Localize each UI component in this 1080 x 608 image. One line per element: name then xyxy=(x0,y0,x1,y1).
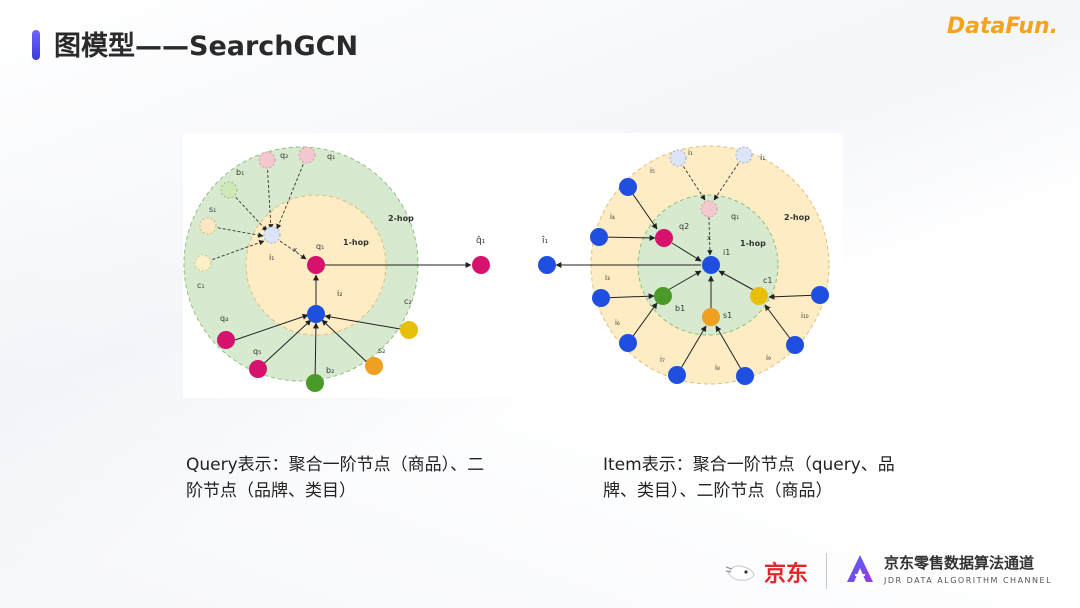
page-title: 图模型——SearchGCN xyxy=(54,31,359,62)
left-2hop-label: 2-hop xyxy=(388,214,414,223)
label-x: x xyxy=(293,246,297,254)
label-q1-center: q₁ xyxy=(316,242,324,251)
label-q2-right: q2 xyxy=(679,222,689,231)
label-output-q: q̂₁ xyxy=(476,235,486,246)
item-representation-text: Item表示：聚合一阶节点（query、品牌、类目）、二阶节点（商品） xyxy=(603,455,895,501)
node-i7 xyxy=(668,366,686,384)
node-i1 xyxy=(263,226,281,244)
node-q1 xyxy=(700,200,718,218)
node-s1-right xyxy=(702,308,720,326)
node-i-top1 xyxy=(669,149,687,167)
left-1hop-label: 1-hop xyxy=(343,238,369,247)
label-b2: b₂ xyxy=(326,366,334,375)
label-s1: s₁ xyxy=(209,205,216,214)
node-c2 xyxy=(400,321,418,339)
searchgcn-figure: 2-hop 1-hop q₂ q₁ b₁ s₁ c₁ i₁ x q₁ i₂ c₂… xyxy=(183,133,843,398)
label-c1: c₁ xyxy=(197,281,205,290)
channel-name-cn: 京东零售数据算法通道 xyxy=(884,554,1035,572)
label-q1-right: q₁ xyxy=(731,212,739,221)
jd-dog-icon xyxy=(725,565,755,581)
node-i9 xyxy=(786,336,804,354)
node-i4 xyxy=(590,228,608,246)
node-i2 xyxy=(307,305,325,323)
label-b1-right: b1 xyxy=(675,304,685,313)
node-s1 xyxy=(199,217,217,235)
node-i8 xyxy=(736,367,754,385)
label-q1-top: q₁ xyxy=(327,152,335,161)
node-b1-right xyxy=(654,287,672,305)
node-i1-center xyxy=(702,256,720,274)
label-i-top1: i₁ xyxy=(688,149,693,157)
node-q1-top xyxy=(298,146,316,164)
label-c1-right: c1 xyxy=(763,276,773,285)
channel-a-icon xyxy=(847,554,873,582)
label-i10: i₁₀ xyxy=(801,312,809,320)
label-x-right: x xyxy=(707,234,711,242)
right-1hop-label: 1-hop xyxy=(740,239,766,248)
node-i3 xyxy=(592,289,610,307)
node-output-q xyxy=(472,256,490,274)
right-item-graph: 2-hop 1-hop i₁ i₁ i₅ i₄ q₁ q2 x i1 i₃ c1… xyxy=(538,145,830,385)
label-i5: i₅ xyxy=(650,167,655,175)
label-q2: q₂ xyxy=(280,151,288,160)
label-s2: s₂ xyxy=(378,346,385,355)
label-q5: q₅ xyxy=(253,347,261,356)
jd-brand-text: 京东 xyxy=(764,562,809,587)
node-c1-right xyxy=(750,287,768,305)
node-i6 xyxy=(619,334,637,352)
label-output-i: î₁ xyxy=(541,236,549,246)
label-i-top2: i₁ xyxy=(760,153,765,162)
datafun-logo: DataFun. xyxy=(946,14,1058,39)
jd-logo: 京东 xyxy=(724,555,808,589)
query-representation-text: Query表示：聚合一阶节点（商品）、二阶节点（品牌、类目） xyxy=(186,455,485,501)
graph-diagram-svg: 2-hop 1-hop q₂ q₁ b₁ s₁ c₁ i₁ x q₁ i₂ c₂… xyxy=(183,145,830,392)
title-accent-bar xyxy=(32,30,40,60)
label-s1-right: s1 xyxy=(723,311,732,320)
label-i7: i₇ xyxy=(660,356,665,364)
label-i4: i₄ xyxy=(610,213,615,221)
node-c1 xyxy=(194,254,212,272)
label-i3: i₃ xyxy=(605,274,610,282)
label-i1-center: i1 xyxy=(723,248,730,257)
node-q2-right xyxy=(655,229,673,247)
right-2hop-label: 2-hop xyxy=(784,213,810,222)
node-i10 xyxy=(811,286,829,304)
label-i8: i₈ xyxy=(715,364,720,372)
label-i2: i₂ xyxy=(337,289,342,298)
node-s2 xyxy=(365,357,383,375)
label-q4: q₄ xyxy=(220,314,228,323)
node-q5 xyxy=(249,360,267,378)
footer-divider xyxy=(826,553,827,589)
node-output-i xyxy=(538,256,556,274)
node-i-top2 xyxy=(735,146,753,164)
node-q1-center xyxy=(307,256,325,274)
channel-logo: 京东零售数据算法通道 JDR DATA ALGORITHM CHANNEL xyxy=(844,552,1052,585)
channel-name-en: JDR DATA ALGORITHM CHANNEL xyxy=(884,576,1053,585)
label-b1: b₁ xyxy=(236,168,244,177)
label-i1: i₁ xyxy=(269,253,274,262)
left-query-graph: 2-hop 1-hop q₂ q₁ b₁ s₁ c₁ i₁ x q₁ i₂ c₂… xyxy=(183,146,490,392)
label-i6: i₆ xyxy=(615,319,620,327)
node-q2 xyxy=(258,151,276,169)
node-b2 xyxy=(306,374,324,392)
node-b1 xyxy=(220,181,238,199)
label-i9: i₉ xyxy=(766,354,771,362)
label-c2: c₂ xyxy=(404,297,412,306)
node-i5 xyxy=(619,178,637,196)
node-q4 xyxy=(217,331,235,349)
